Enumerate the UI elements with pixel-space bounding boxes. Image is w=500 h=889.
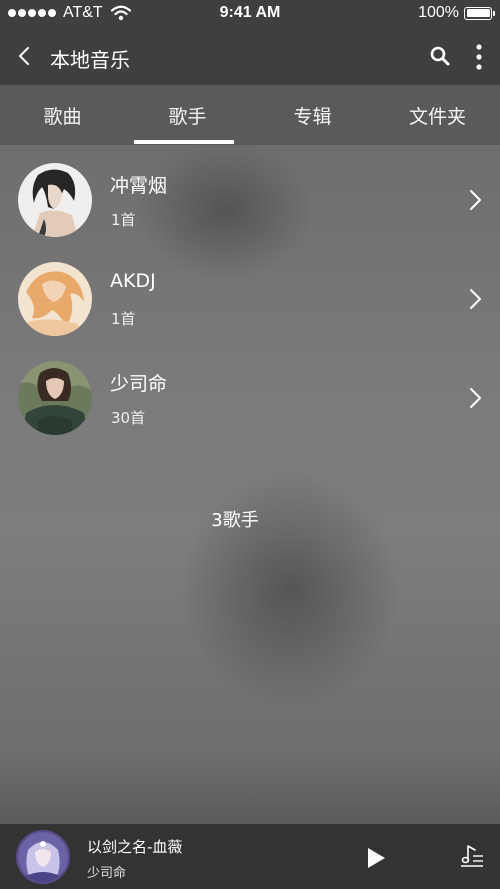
artist-avatar — [18, 163, 92, 237]
tab-bar: 歌曲 歌手 专辑 文件夹 — [0, 85, 500, 145]
search-icon[interactable] — [428, 44, 452, 68]
back-icon[interactable] — [12, 42, 40, 70]
tab-songs-label: 歌曲 — [43, 105, 82, 128]
tab-albums-label: 专辑 — [293, 105, 332, 128]
chevron-right-icon — [470, 388, 481, 408]
artist-song-count: 1首 — [111, 310, 136, 328]
artist-song-count: 1首 — [111, 211, 136, 229]
battery-level — [466, 9, 490, 17]
page-title: 本地音乐 — [50, 48, 130, 72]
tab-artists[interactable]: 歌手 — [125, 85, 250, 145]
status-right: 100% — [418, 4, 495, 22]
artist-avatar — [18, 262, 92, 336]
now-playing-artist: 少司命 — [87, 866, 127, 881]
tab-songs[interactable]: 歌曲 — [0, 85, 125, 145]
tab-folders[interactable]: 文件夹 — [375, 85, 500, 145]
artist-row[interactable]: 少司命 30首 — [0, 343, 500, 443]
album-cover[interactable] — [16, 830, 70, 884]
nav-bar: 本地音乐 — [0, 28, 500, 85]
chevron-right-icon — [470, 190, 481, 210]
now-playing-title: 以剑之名-血薇 — [87, 838, 183, 856]
artist-name: 冲霄烟 — [110, 175, 168, 197]
tab-albums[interactable]: 专辑 — [250, 85, 375, 145]
battery-icon — [464, 6, 495, 20]
artist-row[interactable]: AKDJ 1首 — [0, 244, 500, 344]
status-bar: AT&T 9:41 AM 100% — [0, 0, 500, 28]
more-icon[interactable] — [470, 42, 488, 72]
selected-tab-indicator — [134, 140, 234, 144]
tab-folders-label: 文件夹 — [408, 105, 466, 128]
mini-player[interactable]: 以剑之名-血薇 少司命 — [0, 824, 500, 889]
artist-song-count: 30首 — [111, 409, 146, 427]
artist-total-count: 3歌手 — [211, 510, 259, 531]
chevron-right-icon — [470, 289, 481, 309]
playlist-icon[interactable] — [459, 842, 485, 868]
battery-percent: 100% — [418, 4, 459, 21]
artist-row[interactable]: 冲霄烟 1首 — [0, 145, 500, 245]
artist-name: 少司命 — [110, 373, 168, 395]
play-icon[interactable] — [365, 846, 387, 870]
tab-artists-label: 歌手 — [168, 105, 207, 128]
artist-name: AKDJ — [110, 270, 156, 292]
artist-avatar — [18, 361, 92, 435]
